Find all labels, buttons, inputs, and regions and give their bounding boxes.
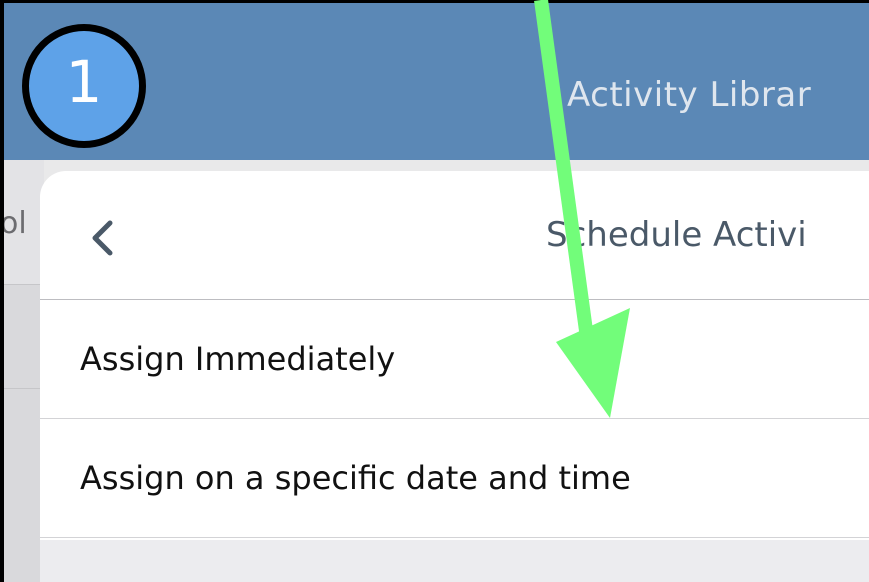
background-page-divider [4,388,44,389]
chevron-left-icon [92,220,113,256]
step-number-badge: 1 [22,24,146,148]
assign-immediately-option[interactable]: Assign Immediately [40,300,869,419]
background-page-title-fragment: ol [4,206,27,241]
app-bar-title: Activity Librar [567,75,812,115]
screenshot-frame: Activity Librar ol Schedule Activi Assig… [0,0,869,582]
background-page-header: ol [4,160,44,285]
option-label: Assign on a specific date and time [80,459,631,497]
back-button[interactable] [84,213,124,263]
sheet-footer [40,540,869,582]
sheet-header: Schedule Activi [40,171,869,300]
sheet-title: Schedule Activi [546,215,807,255]
step-number: 1 [65,48,103,116]
schedule-activity-sheet: Schedule Activi Assign Immediately Assig… [40,171,869,582]
background-page: ol [4,160,44,582]
option-label: Assign Immediately [80,340,396,378]
assign-on-date-option[interactable]: Assign on a specific date and time [40,419,869,538]
